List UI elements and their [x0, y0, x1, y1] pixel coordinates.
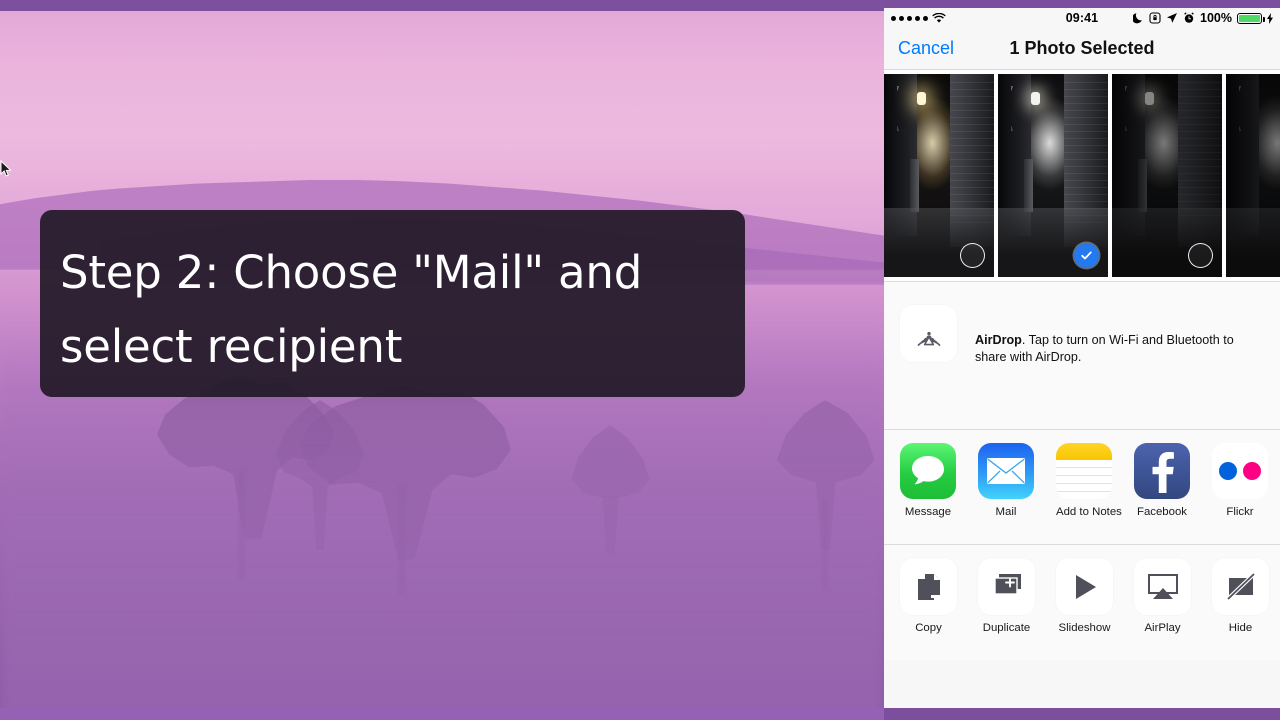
battery-charging-icon	[1237, 12, 1265, 24]
share-app-label: Facebook	[1136, 506, 1188, 518]
airdrop-section[interactable]: AirDrop. Tap to turn on Wi-Fi and Blueto…	[884, 282, 1280, 430]
photo-thumbnail[interactable]	[1112, 74, 1222, 277]
facebook-icon[interactable]	[1134, 443, 1190, 499]
action-label: Copy	[915, 622, 942, 634]
action-duplicate[interactable]: Duplicate	[978, 558, 1035, 660]
share-app-flickr[interactable]: Flickr	[1212, 443, 1268, 544]
action-copy[interactable]: Copy	[900, 558, 957, 660]
alarm-clock-icon	[1184, 12, 1194, 23]
share-app-notes[interactable]: Add to Notes	[1056, 443, 1122, 544]
notes-icon[interactable]	[1056, 443, 1112, 499]
top-letterbox-band	[0, 0, 884, 11]
action-label: Hide	[1228, 622, 1253, 634]
empty-circle-icon[interactable]	[1188, 243, 1213, 268]
photo-thumbnail[interactable]	[1226, 74, 1280, 277]
cancel-button[interactable]: Cancel	[898, 38, 954, 59]
rotation-lock-icon	[1149, 12, 1161, 24]
caption-line-1: Step 2: Choose "Mail" and	[60, 246, 643, 299]
photo-thumbnail[interactable]	[884, 74, 994, 277]
phone-share-sheet: 09:41 100% Cancel 1 Photo Selected AirDr…	[884, 8, 1280, 708]
empty-circle-icon[interactable]	[960, 243, 985, 268]
duplicate-icon[interactable]	[978, 558, 1035, 615]
flickr-icon[interactable]	[1212, 443, 1268, 499]
photo-thumbnail-selected[interactable]	[998, 74, 1108, 277]
share-app-mail[interactable]: Mail	[978, 443, 1034, 544]
action-slideshow[interactable]: Slideshow	[1056, 558, 1113, 660]
status-bar: 09:41 100%	[884, 8, 1280, 28]
action-label: AirPlay	[1144, 622, 1181, 634]
airdrop-title: AirDrop	[975, 333, 1022, 347]
share-app-label: Flickr	[1226, 506, 1254, 518]
checkmark-circle-icon[interactable]	[1074, 243, 1099, 268]
share-app-label: Mail	[995, 506, 1017, 518]
action-airplay[interactable]: AirPlay	[1134, 558, 1191, 660]
location-arrow-icon	[1167, 13, 1178, 23]
status-bar-right: 100%	[1133, 11, 1273, 25]
share-actions-row[interactable]: Copy Duplicate Slideshow AirPlay Hide	[884, 545, 1280, 660]
caption-line-2: select recipient	[60, 320, 403, 373]
step-caption-overlay: Step 2: Choose "Mail" and select recipie…	[40, 210, 745, 397]
lightning-bolt-icon	[1267, 12, 1273, 24]
desktop-background: Step 2: Choose "Mail" and select recipie…	[0, 0, 884, 720]
airdrop-icon[interactable]	[900, 305, 957, 362]
airdrop-description: AirDrop. Tap to turn on Wi-Fi and Blueto…	[975, 305, 1264, 429]
action-hide[interactable]: Hide	[1212, 558, 1269, 660]
share-app-label: Add to Notes	[1056, 506, 1122, 518]
hide-slash-icon[interactable]	[1212, 558, 1269, 615]
play-triangle-icon[interactable]	[1056, 558, 1113, 615]
mouse-pointer-icon	[0, 160, 12, 177]
share-app-message[interactable]: Message	[900, 443, 956, 544]
action-label: Slideshow	[1058, 622, 1111, 634]
nav-bar: Cancel 1 Photo Selected	[884, 28, 1280, 70]
mail-envelope-icon[interactable]	[978, 443, 1034, 499]
copy-icon[interactable]	[900, 558, 957, 615]
photo-strip[interactable]	[884, 70, 1280, 282]
message-bubble-icon[interactable]	[900, 443, 956, 499]
share-apps-row[interactable]: Message Mail Add to Notes Facebook Flick…	[884, 430, 1280, 545]
share-app-label: Message	[904, 506, 952, 518]
battery-percent-label: 100%	[1200, 11, 1232, 25]
airplay-icon[interactable]	[1134, 558, 1191, 615]
bottom-letterbox-band	[0, 708, 884, 720]
share-app-facebook[interactable]: Facebook	[1134, 443, 1190, 544]
moon-icon	[1133, 13, 1142, 24]
action-label: Duplicate	[982, 622, 1031, 634]
